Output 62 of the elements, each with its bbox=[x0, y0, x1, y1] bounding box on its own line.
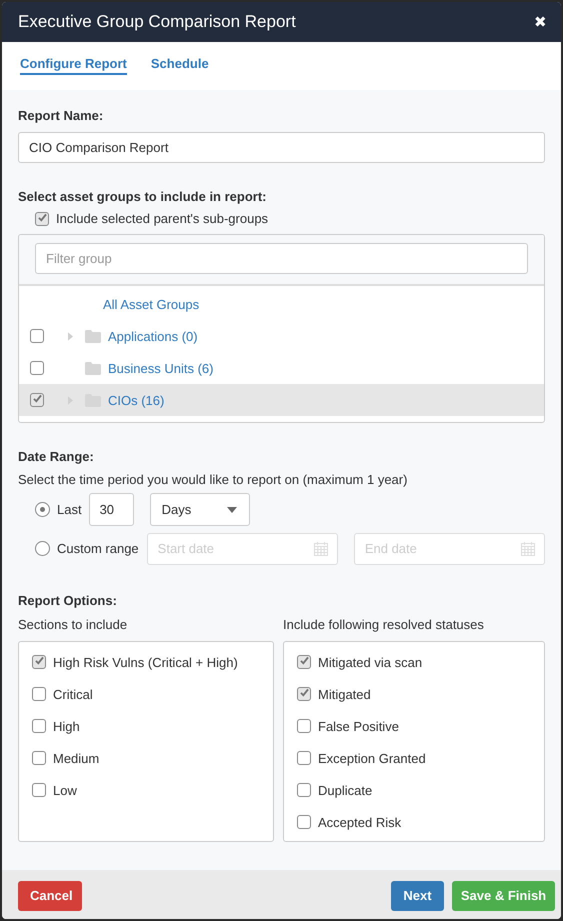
tree-row[interactable]: Applications (0) bbox=[19, 320, 544, 352]
tree-row[interactable]: CIOs (16) bbox=[19, 384, 544, 416]
description-text: Select the time period you would like to report on (maximum 1 year) bbox=[18, 472, 408, 487]
checkbox[interactable] bbox=[297, 783, 311, 797]
checkbox-label: False Positive bbox=[318, 719, 399, 734]
section-label: Date Range: bbox=[18, 449, 95, 464]
report-name-field[interactable]: CIO Comparison Report bbox=[18, 132, 545, 163]
tab[interactable]: Configure Report bbox=[20, 56, 127, 75]
checkbox-label: Low bbox=[53, 783, 77, 798]
checkbox-label: Duplicate bbox=[318, 783, 372, 798]
group-link[interactable]: CIOs (16) bbox=[108, 392, 164, 408]
folder-icon bbox=[85, 362, 101, 374]
unit-dropdown[interactable]: Days bbox=[150, 493, 250, 526]
radio-button[interactable] bbox=[35, 541, 50, 556]
group-link[interactable]: Business Units (6) bbox=[108, 360, 214, 376]
filter-field[interactable]: Filter group bbox=[35, 243, 528, 274]
section-label: Select asset groups to include in report: bbox=[18, 189, 268, 204]
tree-row[interactable]: Business Units (6) bbox=[19, 352, 544, 384]
checkbox-label: Medium bbox=[53, 751, 100, 766]
section-label: Report Options: bbox=[18, 593, 118, 608]
cancel-button[interactable]: Cancel bbox=[18, 880, 82, 910]
checkbox[interactable] bbox=[297, 815, 311, 829]
checkbox[interactable] bbox=[32, 655, 46, 669]
checkbox[interactable] bbox=[32, 719, 46, 733]
caret-icon bbox=[226, 506, 237, 512]
checkbox-label: High Risk Vulns (Critical + High) bbox=[53, 655, 238, 670]
checkbox[interactable] bbox=[297, 751, 311, 765]
checkbox-label: Critical bbox=[53, 687, 93, 702]
field-label: Report Name: bbox=[18, 108, 104, 123]
checkbox-label: Include selected parent's sub-groups bbox=[56, 211, 268, 226]
tree-row[interactable]: All Asset Groups bbox=[19, 288, 544, 320]
amount-field[interactable]: 30 bbox=[88, 493, 134, 526]
folder-icon bbox=[85, 330, 101, 342]
group-link[interactable]: All Asset Groups bbox=[103, 296, 200, 312]
checkbox[interactable] bbox=[297, 687, 311, 701]
checkbox[interactable] bbox=[30, 361, 44, 375]
dialog-title: Executive Group Comparison Report bbox=[18, 12, 297, 32]
tab[interactable]: Schedule bbox=[150, 56, 209, 75]
close-button[interactable]: ✖ bbox=[534, 13, 547, 31]
calendar-icon bbox=[521, 542, 535, 556]
group-label: Sections to include bbox=[18, 617, 128, 632]
group-label: Include following resolved statuses bbox=[283, 617, 485, 632]
checkbox[interactable] bbox=[297, 655, 311, 669]
radio-label: Last bbox=[57, 502, 82, 517]
checkbox-label: Exception Granted bbox=[318, 751, 426, 766]
checkbox[interactable] bbox=[35, 212, 49, 226]
checkbox-label: Mitigated via scan bbox=[318, 655, 422, 670]
checkbox[interactable] bbox=[30, 329, 44, 343]
save-button[interactable]: Save & Finish bbox=[452, 880, 555, 910]
checkbox[interactable] bbox=[32, 687, 46, 701]
checkbox[interactable] bbox=[30, 393, 44, 407]
checkbox-label: Mitigated bbox=[318, 687, 371, 702]
radio-label: Custom range bbox=[57, 541, 139, 556]
checkbox[interactable] bbox=[32, 751, 46, 765]
group-link[interactable]: Applications (0) bbox=[108, 328, 198, 344]
checkbox-label: High bbox=[53, 719, 80, 734]
next-button[interactable]: Next bbox=[391, 880, 444, 910]
radio-button[interactable] bbox=[35, 502, 50, 517]
checkbox[interactable] bbox=[297, 719, 311, 733]
checkbox-label: Accepted Risk bbox=[318, 815, 402, 830]
calendar-icon bbox=[314, 542, 328, 556]
checkbox[interactable] bbox=[32, 783, 46, 797]
